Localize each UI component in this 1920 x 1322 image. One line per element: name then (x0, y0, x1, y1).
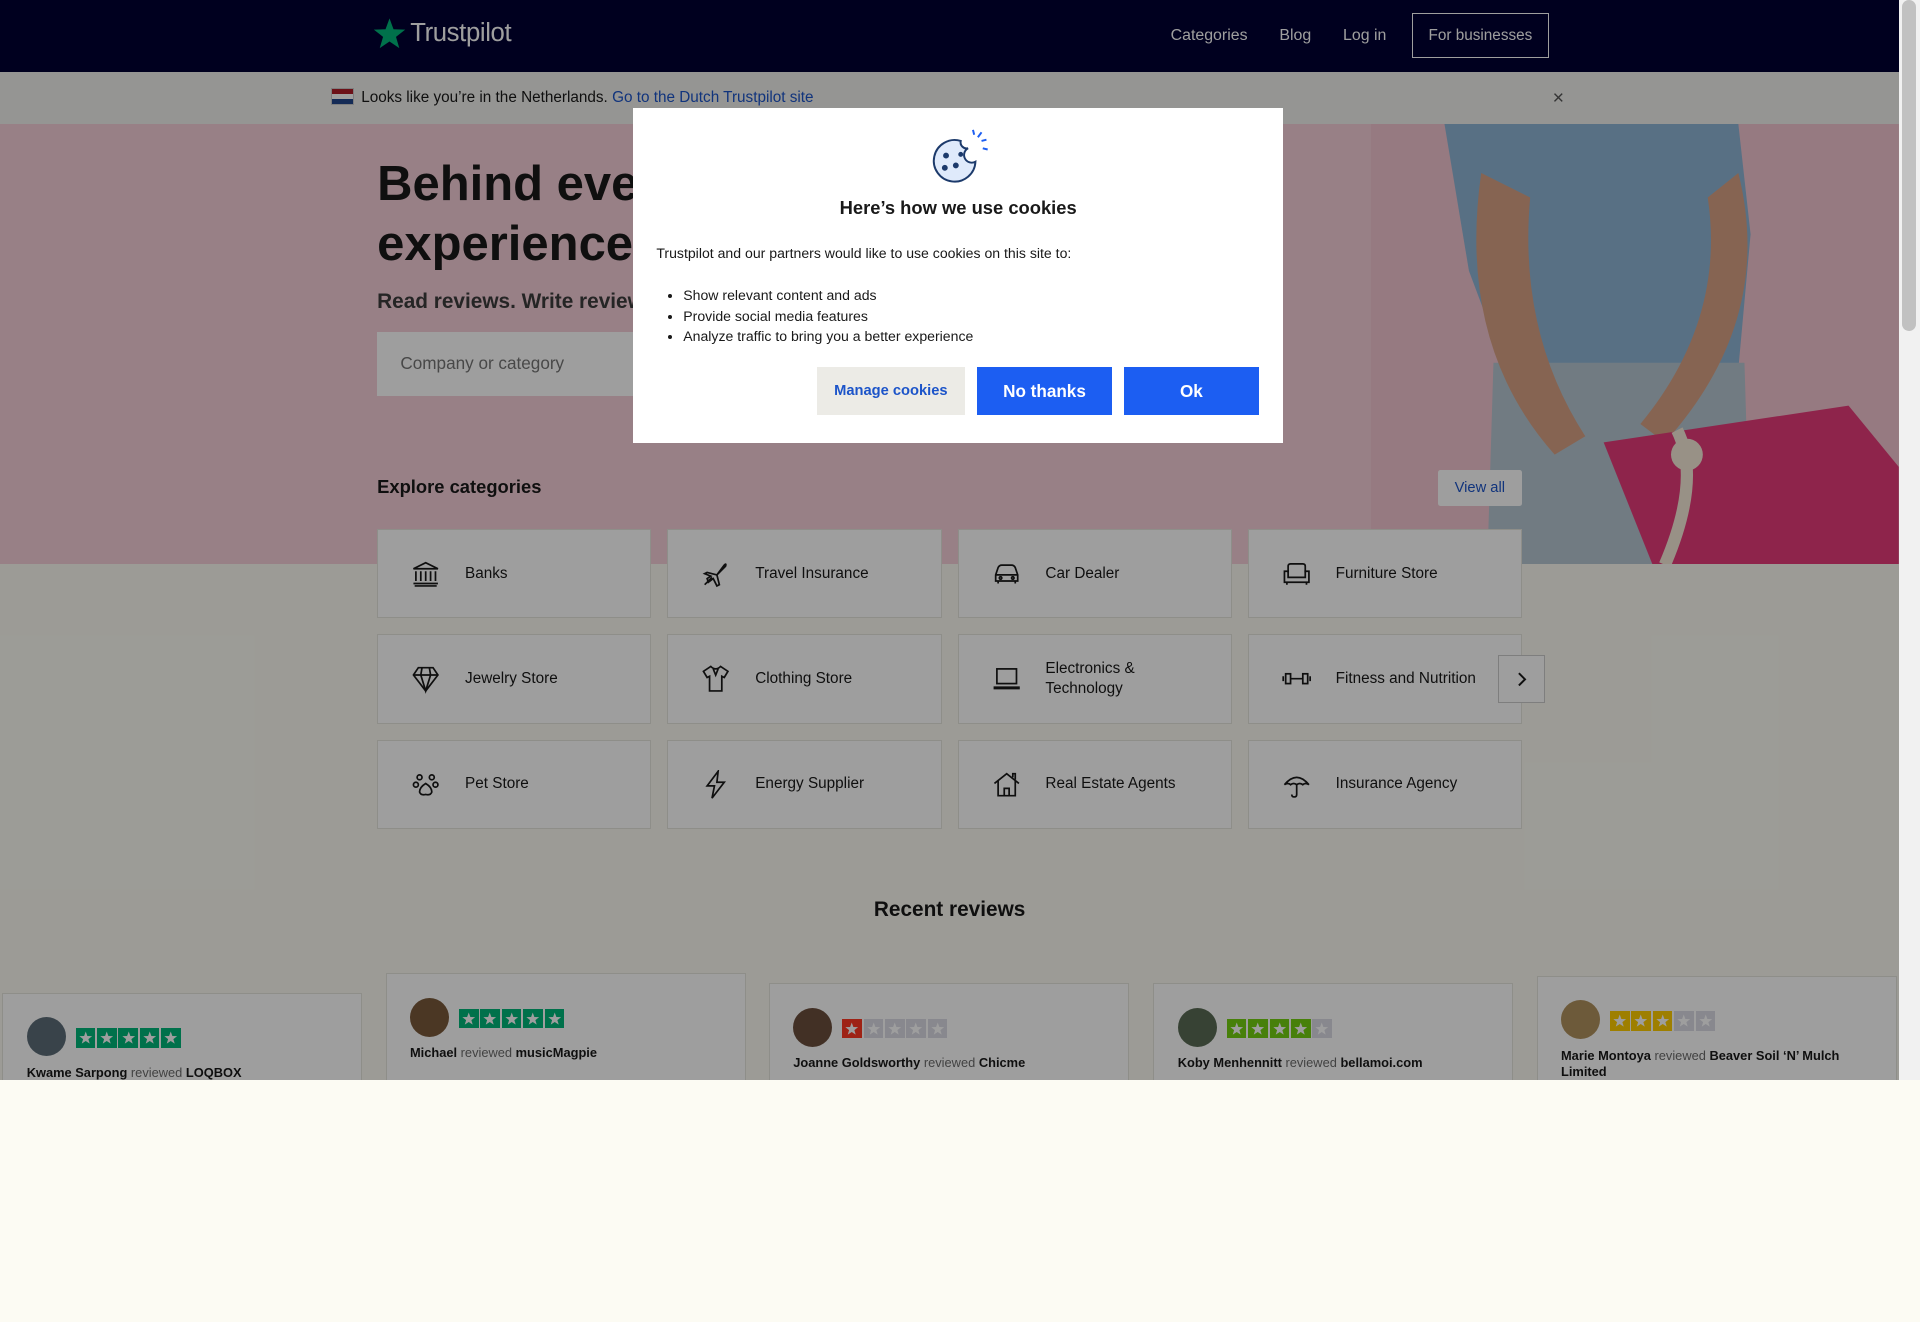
ok-button[interactable]: Ok (1124, 367, 1259, 416)
cookie-dialog-title: Here’s how we use cookies (839, 197, 1077, 219)
cookie-icon (933, 129, 989, 183)
manage-cookies-button[interactable]: Manage cookies (816, 367, 965, 416)
cookie-dialog-intro: Trustpilot and our partners would like t… (656, 244, 1072, 261)
cookie-purpose-list: Show relevant content and ads Provide so… (656, 285, 973, 346)
cookie-purpose-item: Analyze traffic to bring you a better ex… (683, 326, 973, 346)
no-thanks-button[interactable]: No thanks (977, 367, 1112, 416)
cookie-purpose-item: Show relevant content and ads (683, 285, 973, 305)
page: Trustpilot Categories Blog Log in For bu… (0, 0, 1920, 1080)
cookie-consent-dialog: Here’s how we use cookies Trustpilot and… (633, 107, 1284, 444)
scrollbar-thumb[interactable] (1901, 0, 1917, 331)
cookie-purpose-item: Provide social media features (683, 306, 973, 326)
